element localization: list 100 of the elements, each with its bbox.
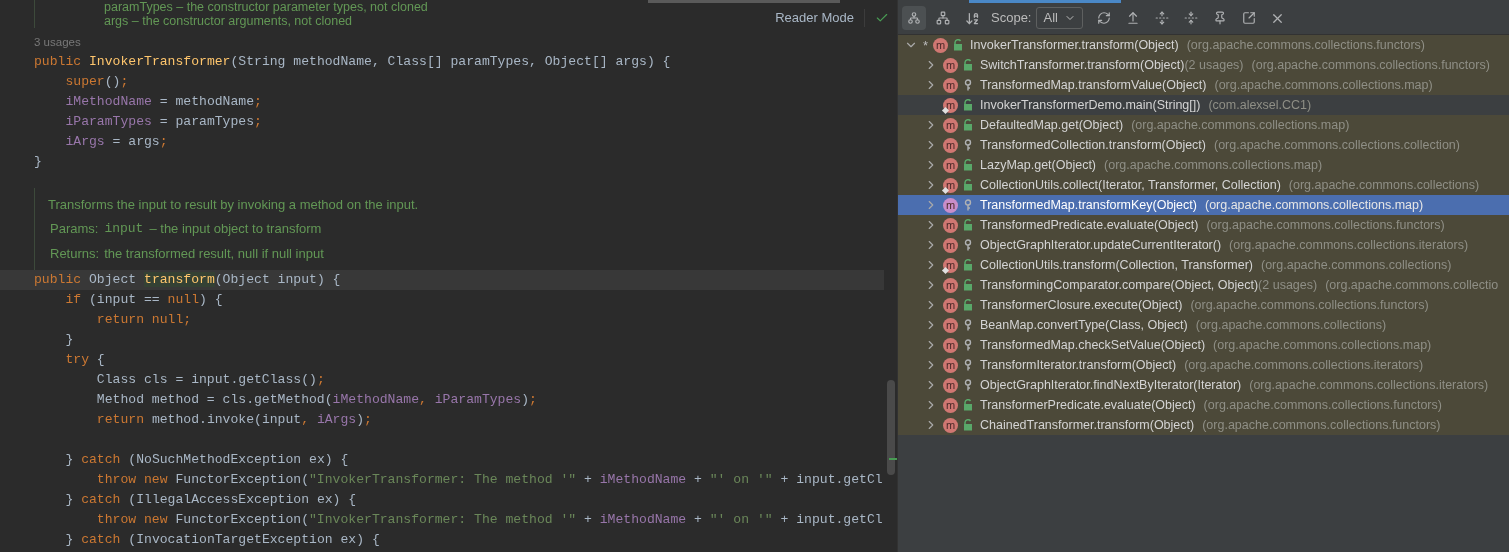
method-icon: m: [943, 137, 958, 153]
hierarchy-icon: [907, 11, 921, 25]
usage-count: (2 usages): [1184, 56, 1244, 74]
method-name: CollectionUtils.transform(Collection, Transformer): [980, 256, 1253, 274]
code-line: }: [64, 331, 75, 349]
method-name: InvokerTransformer.transform(Object): [970, 36, 1179, 54]
method-name: LazyMap.get(Object): [980, 156, 1097, 174]
code-line: }: [33, 153, 43, 171]
horizontal-scrollbar[interactable]: [648, 0, 840, 3]
reader-mode-button[interactable]: Reader Mode: [775, 8, 854, 28]
method-name: TransformedCollection.transform(Object): [980, 136, 1206, 154]
method-name: SwitchTransformer.transform(Object): [980, 56, 1185, 74]
returns-label: Returns:: [50, 244, 100, 263]
hierarchy-item[interactable]: m CollectionUtils.collect(Iterator, Transformer, Collection) (org.apache.commons.collections): [898, 175, 1509, 195]
doc-summary: Transforms the input to result by invoking a method on the input.: [48, 195, 419, 214]
method-icon: m: [943, 377, 958, 393]
package-name: (org.apache.commons.collections.collection): [1214, 136, 1460, 154]
usage-count: (2 usages): [1258, 276, 1318, 294]
method-icon: m: [943, 97, 958, 113]
hierarchy-item[interactable]: m TransformedPredicate.evaluate(Object) (org.apache.commons.collections.functors): [898, 215, 1509, 235]
code-line: } catch (InvocationTargetException ex) {: [64, 531, 381, 549]
method-name: TransformedMap.transformValue(Object): [980, 76, 1207, 94]
method-icon: m: [943, 337, 958, 353]
hierarchy-item[interactable]: m TransformingComparator.compare(Object, Object)(2 usages) (org.apache.commons.collectio: [898, 275, 1509, 295]
hierarchy-item[interactable]: m TransformerPredicate.evaluate(Object) (org.apache.commons.collections.functors): [898, 395, 1509, 415]
vertical-scrollbar[interactable]: [887, 380, 895, 475]
hierarchy-item[interactable]: m ObjectGraphIterator.findNextByIterator(Iterator) (org.apache.commons.collections.iterators): [898, 375, 1509, 395]
params-label: Params:: [50, 220, 99, 239]
hierarchy-item[interactable]: m TransformerClosure.execute(Object) (org.apache.commons.collections.functors): [898, 295, 1509, 315]
hierarchy-item[interactable]: m TransformedMap.transformKey(Object) (org.apache.commons.collections.map): [898, 195, 1509, 215]
method-icon: m: [933, 37, 949, 53]
star-mark: *: [923, 38, 929, 52]
sort-icon: [964, 10, 980, 26]
code-line: Method method = cls.getMethod(iMethodName, iParamTypes);: [95, 391, 538, 409]
method-name: ChainedTransformer.transform(Object): [980, 416, 1195, 434]
scope-label: Scope:: [991, 9, 1032, 28]
hierarchy-item[interactable]: m TransformIterator.transform(Object) (org.apache.commons.collections.iterators): [898, 355, 1509, 375]
code-line: } catch (NoSuchMethodException ex) {: [64, 451, 350, 469]
method-icon: m: [943, 277, 958, 293]
expand-all-icon: [1154, 11, 1169, 25]
code-line: return method.invoke(input, iArgs);: [95, 411, 373, 429]
package-name: (org.apache.commons.collections.map): [1104, 156, 1323, 174]
hierarchy-item[interactable]: m SwitchTransformer.transform(Object)(2 usages) (org.apache.commons.collections.functors): [898, 55, 1509, 75]
open-window-icon: [1241, 11, 1256, 25]
method-icon: m: [943, 357, 958, 373]
code-line: iParamTypes = paramTypes;: [64, 113, 263, 131]
method-name: TransformedMap.checkSetValue(Object): [980, 336, 1206, 354]
hierarchy-item[interactable]: m ChainedTransformer.transform(Object) (org.apache.commons.collections.functors): [898, 415, 1509, 435]
hierarchy-item[interactable]: m LazyMap.get(Object) (org.apache.commons.collections.map): [898, 155, 1509, 175]
package-name: (org.apache.commons.collections.functors): [1203, 396, 1442, 414]
package-name: (org.apache.commons.collections.map): [1204, 196, 1424, 214]
hierarchy-item[interactable]: m TransformedCollection.transform(Object) (org.apache.commons.collections.collection): [898, 135, 1509, 155]
code-line: try {: [64, 351, 106, 369]
refresh-icon: [1096, 11, 1111, 25]
change-marker: [889, 458, 897, 460]
method-name: TransformedMap.transformKey(Object): [980, 196, 1197, 214]
package-name: (org.apache.commons.collections.map): [1131, 116, 1350, 134]
hierarchy-item[interactable]: m BeanMap.convertType(Class, Object) (org.apache.commons.collections): [898, 315, 1509, 335]
doc-line: paramTypes – the constructor parameter types, not cloned: [104, 0, 428, 14]
package-name: (org.apache.commons.collectio: [1325, 276, 1499, 294]
param-description: – the input object to transform: [149, 220, 322, 239]
code-line: iArgs = args;: [64, 133, 169, 151]
method-name: InvokerTransformerDemo.main(String[]): [980, 96, 1201, 114]
scope-dropdown[interactable]: All: [1036, 7, 1083, 29]
usages-hint: 3 usages: [34, 35, 81, 51]
method-icon: m: [943, 217, 958, 233]
hierarchy-item[interactable]: m TransformedMap.transformValue(Object) (org.apache.commons.collections.map): [898, 75, 1509, 95]
code-line: throw new FunctorException("InvokerTransformer: The method '" + iMethodName + "' on '" + input.getCl: [95, 471, 884, 489]
method-icon: m: [943, 417, 958, 433]
method-name: TransformIterator.transform(Object): [980, 356, 1177, 374]
package-name: (org.apache.commons.collections.map): [1213, 336, 1432, 354]
pin-icon: [1212, 11, 1227, 25]
returns-description: the transformed result, null if null input: [104, 244, 324, 263]
method-icon: m: [943, 57, 958, 73]
hierarchy-item[interactable]: m DefaultedMap.get(Object) (org.apache.commons.collections.map): [898, 115, 1509, 135]
hierarchy-item[interactable]: * m InvokerTransformer.transform(Object) (org.apache.commons.collections.functors): [898, 35, 1509, 55]
method-name: TransformerClosure.execute(Object): [980, 296, 1183, 314]
package-name: (org.apache.commons.collections.iterators): [1249, 376, 1489, 394]
package-name: (org.apache.commons.collections.functors): [1186, 36, 1425, 54]
package-name: (org.apache.commons.collections.functors): [1202, 416, 1441, 434]
method-name: TransformingComparator.compare(Object, Object): [980, 276, 1259, 294]
collapse-all-icon: [1183, 11, 1198, 25]
method-icon: m: [943, 257, 958, 273]
package-name: (org.apache.commons.collections): [1261, 256, 1452, 274]
hierarchy-item[interactable]: m TransformedMap.checkSetValue(Object) (org.apache.commons.collections.map): [898, 335, 1509, 355]
package-name: (com.alexsel.CC1): [1208, 96, 1312, 114]
method-icon: m: [943, 397, 958, 413]
code-line: return null;: [95, 311, 193, 329]
hierarchy-item[interactable]: m ObjectGraphIterator.updateCurrentIterator() (org.apache.commons.collections.iterators): [898, 235, 1509, 255]
method-name: DefaultedMap.get(Object): [980, 116, 1124, 134]
package-name: (org.apache.commons.collections.map): [1214, 76, 1433, 94]
code-line: throw new FunctorException("InvokerTransformer: The method '" + iMethodName + "' on '" + input.getCl: [95, 511, 884, 529]
param-name: input: [104, 220, 144, 239]
package-name: (org.apache.commons.collections): [1195, 316, 1387, 334]
caller-hierarchy-button[interactable]: [902, 6, 926, 30]
method-name: ObjectGraphIterator.updateCurrentIterator(): [980, 236, 1222, 254]
package-name: (org.apache.commons.collections.functors): [1251, 56, 1490, 74]
method-icon: m: [943, 117, 958, 133]
hierarchy-item[interactable]: m CollectionUtils.transform(Collection, Transformer) (org.apache.commons.collections): [898, 255, 1509, 275]
code-line: iMethodName = methodName;: [64, 93, 263, 111]
